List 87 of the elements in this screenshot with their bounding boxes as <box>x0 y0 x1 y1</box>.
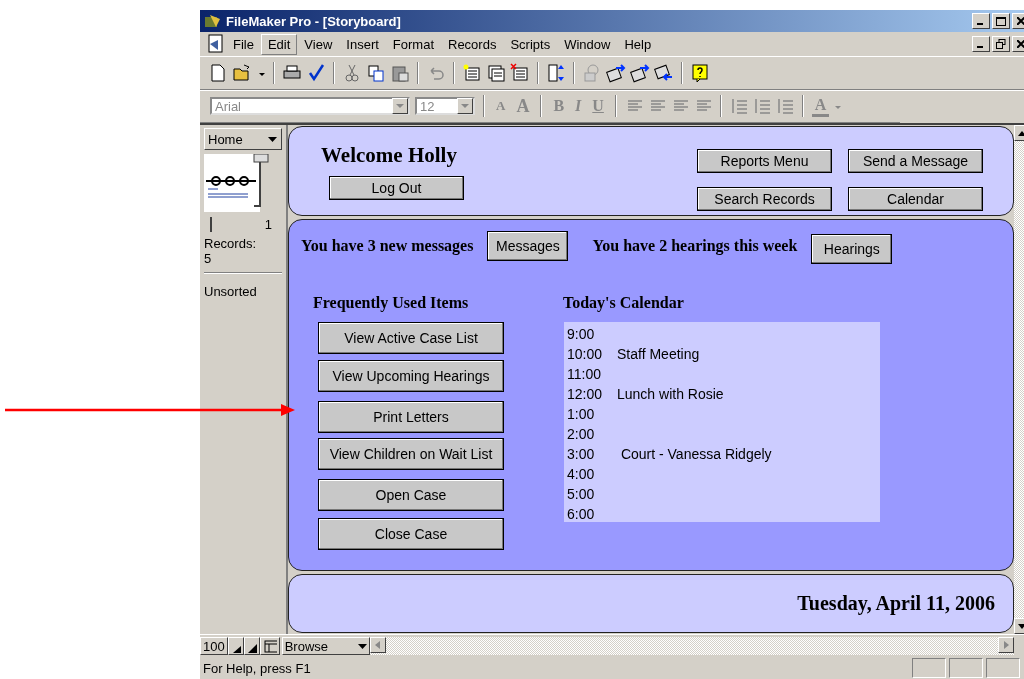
menu-item[interactable]: Edit <box>260 33 298 55</box>
calendar-event: Lunch with Rosie <box>617 386 724 402</box>
zoom-in-icon[interactable] <box>243 637 260 655</box>
right-arrow-icon <box>1003 641 1009 649</box>
records-count: 5 <box>204 251 213 266</box>
log-out-button[interactable]: Log Out <box>329 176 464 200</box>
spellcheck-icon[interactable] <box>306 63 326 83</box>
close-icon <box>1017 40 1024 48</box>
font-size-field[interactable]: 12 <box>415 97 475 115</box>
caret-icon <box>268 136 277 142</box>
shortcut-button[interactable]: Close Case <box>318 518 504 550</box>
zoom-level[interactable]: 100 <box>200 637 228 655</box>
menu-item[interactable]: File <box>226 33 261 55</box>
caret-icon <box>461 103 469 109</box>
restore-button[interactable] <box>992 36 1010 52</box>
sort-status: Unsorted <box>204 284 258 299</box>
records-label: Records: <box>204 236 258 251</box>
welcome-heading: Welcome Holly <box>321 143 458 168</box>
date-text: Tuesday, April 11, 2006 <box>797 592 995 615</box>
down-arrow-icon <box>1018 623 1024 629</box>
notice-text: You have 3 new messages <box>301 237 474 255</box>
duplicate-record-icon[interactable] <box>486 63 506 83</box>
zoom-out-icon[interactable] <box>227 637 244 655</box>
minimize-button[interactable] <box>972 36 990 52</box>
calendar-time: 6:00 <box>567 506 596 522</box>
font-field[interactable]: Arial <box>210 97 410 115</box>
window-title: FileMaker Pro - [Storyboard] <box>226 13 402 29</box>
menu-item[interactable]: Insert <box>339 33 386 55</box>
menu-item[interactable]: Format <box>385 33 441 55</box>
menu-item[interactable]: View <box>297 33 340 55</box>
new-document-icon[interactable] <box>208 63 228 83</box>
section-heading: Today's Calendar <box>563 294 685 312</box>
calendar-event: Staff Meeting <box>617 346 700 362</box>
up-arrow-icon <box>1018 130 1024 136</box>
nav-button[interactable]: Send a Message <box>848 149 983 173</box>
copy-icon[interactable] <box>366 63 386 83</box>
nav-button[interactable]: Calendar <box>848 187 983 211</box>
calendar-time: 10:00 <box>567 346 604 362</box>
layout-dropdown[interactable]: Home <box>204 128 282 150</box>
status-text: For Help, press F1 <box>203 660 312 676</box>
caret-icon <box>357 643 367 649</box>
shortcut-button[interactable]: Print Letters <box>318 401 504 433</box>
record-number: 1 <box>210 217 282 232</box>
calendar-event: Court - Vanessa Ridgely <box>619 446 772 462</box>
scroll-right-button[interactable] <box>998 637 1014 653</box>
calendar-time: 9:00 <box>567 326 596 342</box>
maximize-button[interactable] <box>992 13 1010 29</box>
minimize-button[interactable] <box>972 13 990 29</box>
calendar-time: 2:00 <box>567 426 596 442</box>
calendar-time: 3:00 <box>567 446 596 462</box>
left-arrow-icon <box>375 641 381 649</box>
shortcut-button[interactable]: View Upcoming Hearings <box>318 360 504 392</box>
notice-button[interactable]: Hearings <box>811 234 893 264</box>
notice-button[interactable]: Messages <box>487 231 569 261</box>
status-pane <box>912 658 946 678</box>
shortcut-button[interactable]: Open Case <box>318 479 504 511</box>
help-icon[interactable] <box>690 63 710 83</box>
maximize-icon <box>996 16 1006 26</box>
calendar-time: 4:00 <box>567 466 596 482</box>
shortcut-button[interactable]: View Active Case List <box>318 322 504 354</box>
app-icon <box>204 13 222 29</box>
caret-icon <box>396 103 404 109</box>
menu-item[interactable]: Scripts <box>503 33 558 55</box>
delete-record-icon[interactable] <box>510 63 530 83</box>
calendar-time: 12:00 <box>567 386 604 402</box>
status-area-icon[interactable] <box>259 637 280 655</box>
calendar-time: 5:00 <box>567 486 596 502</box>
status-pane <box>986 658 1020 678</box>
menu-item[interactable]: Help <box>617 33 659 55</box>
calendar-time: 1:00 <box>567 406 596 422</box>
shortcut-button[interactable]: View Children on Wait List <box>318 438 504 470</box>
menu-item[interactable]: Records <box>441 33 504 55</box>
new-record-icon[interactable] <box>462 63 482 83</box>
mode-dropdown[interactable]: Browse <box>281 637 370 655</box>
document-icon[interactable] <box>206 34 226 54</box>
paste-icon[interactable] <box>390 63 410 83</box>
status-pane <box>949 658 983 678</box>
calendar-time: 11:00 <box>567 366 602 382</box>
sort-icon[interactable] <box>546 63 566 83</box>
scissors-icon[interactable] <box>342 63 362 83</box>
close-icon <box>1017 17 1024 25</box>
menu-item[interactable]: Window <box>557 33 618 55</box>
nav-button[interactable]: Reports Menu <box>697 149 832 173</box>
notice-text: You have 2 hearings this week <box>592 237 798 255</box>
section-heading: Frequently Used Items <box>313 294 470 312</box>
restore-icon <box>996 39 1006 49</box>
nav-button[interactable]: Search Records <box>697 187 832 211</box>
